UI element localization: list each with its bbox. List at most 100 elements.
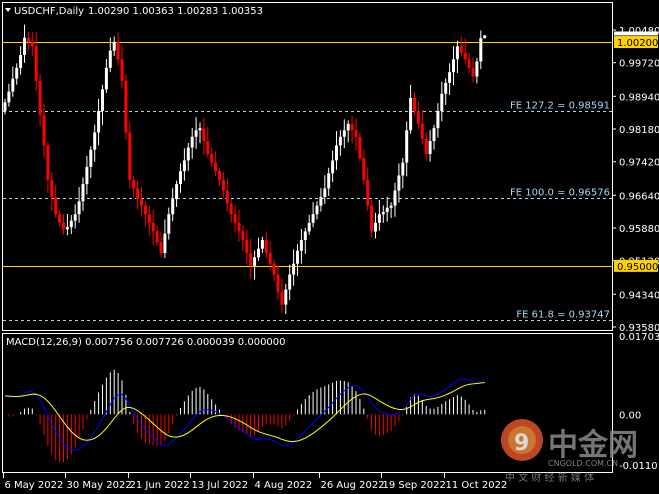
candle bbox=[175, 180, 179, 207]
candle bbox=[401, 158, 405, 189]
candle-body bbox=[483, 35, 487, 39]
candle-body bbox=[374, 222, 377, 232]
candle-body bbox=[233, 214, 237, 223]
candle bbox=[241, 225, 245, 252]
candle-body bbox=[428, 141, 432, 154]
candle-body bbox=[190, 136, 194, 148]
candle-body bbox=[268, 252, 272, 264]
candle bbox=[253, 250, 257, 280]
candle bbox=[85, 155, 89, 195]
candle-body bbox=[23, 37, 26, 55]
candle bbox=[342, 119, 346, 148]
date-tick-label: 30 May 2022 bbox=[67, 480, 132, 491]
date-tick-label: 11 Oct 2022 bbox=[446, 480, 508, 491]
candle bbox=[268, 240, 272, 270]
candle-body bbox=[362, 158, 366, 180]
candle-body bbox=[124, 80, 128, 133]
candle bbox=[276, 265, 280, 300]
candle bbox=[358, 132, 362, 162]
candle-body bbox=[272, 263, 276, 275]
price-tick-label: 0.97420 bbox=[619, 158, 659, 169]
candle-body bbox=[89, 149, 93, 167]
candle-body bbox=[214, 162, 218, 172]
date-tick-label: 26 Aug 2022 bbox=[321, 480, 385, 491]
candle-body bbox=[175, 184, 179, 200]
candle-body bbox=[147, 214, 151, 223]
candle bbox=[315, 201, 319, 220]
candle bbox=[46, 141, 50, 193]
candle-body bbox=[210, 153, 214, 163]
candle-body bbox=[15, 67, 19, 79]
chart-header: USDCHF,Daily 1.00290 1.00363 1.00283 1.0… bbox=[5, 6, 263, 17]
watermark-logo: 9 中金网 CNGOLD.COM.CN 中 文 财 经 新 媒 体 bbox=[501, 419, 638, 484]
candle bbox=[362, 149, 366, 185]
candle-body bbox=[101, 89, 104, 111]
candle-body bbox=[303, 231, 307, 241]
candle-body bbox=[448, 72, 452, 83]
candle-body bbox=[221, 179, 225, 191]
candle-body bbox=[346, 123, 350, 131]
level-price-label: 1.00200 bbox=[617, 38, 658, 49]
candle-body bbox=[432, 128, 436, 142]
price-tick-label: 0.99720 bbox=[619, 59, 659, 70]
candle-body bbox=[335, 145, 338, 161]
candle-body bbox=[194, 130, 198, 137]
candle bbox=[405, 121, 409, 177]
candle-body bbox=[186, 147, 190, 161]
candle-body bbox=[93, 132, 97, 150]
candle bbox=[206, 126, 210, 158]
date-tick-label: 6 May 2022 bbox=[5, 480, 64, 491]
candle-body bbox=[65, 227, 69, 230]
candle bbox=[163, 219, 167, 259]
candle bbox=[393, 182, 397, 217]
candle bbox=[7, 83, 11, 107]
candle-body bbox=[54, 197, 58, 215]
macd-line bbox=[4, 378, 485, 451]
current-price-box bbox=[614, 31, 658, 36]
candle-body bbox=[11, 78, 15, 92]
candle-body bbox=[440, 93, 444, 111]
candle bbox=[350, 116, 354, 144]
chart-canvas[interactable]: FE 127.2 = 0.98591 FE 100.0 = 0.96576 FE 6… bbox=[0, 0, 659, 494]
candle-body bbox=[30, 42, 34, 47]
candle-body bbox=[46, 145, 50, 180]
candle bbox=[171, 188, 175, 222]
candle bbox=[104, 59, 108, 93]
candle bbox=[416, 101, 420, 129]
candle-body bbox=[7, 91, 11, 103]
candle-body bbox=[413, 98, 416, 111]
candle bbox=[331, 150, 335, 182]
candle bbox=[455, 40, 459, 74]
candle bbox=[335, 131, 338, 170]
candle-body bbox=[358, 136, 362, 159]
candle bbox=[272, 259, 276, 282]
candle-body bbox=[455, 46, 459, 60]
candle bbox=[245, 230, 249, 266]
candle-body bbox=[467, 59, 471, 68]
logo-glyph: 9 bbox=[514, 431, 529, 456]
triangle-down-icon[interactable] bbox=[5, 8, 11, 12]
candle bbox=[381, 205, 385, 223]
candle-body bbox=[116, 42, 120, 60]
candle-body bbox=[85, 166, 89, 185]
date-tick-label: 21 Jun 2022 bbox=[130, 480, 190, 491]
candle-body bbox=[452, 59, 455, 73]
candle bbox=[179, 163, 182, 193]
candle-body bbox=[58, 214, 62, 223]
candle bbox=[479, 30, 483, 70]
candle-body bbox=[389, 205, 393, 208]
candle bbox=[280, 278, 284, 314]
candle bbox=[440, 81, 444, 122]
candle-body bbox=[206, 141, 210, 154]
price-tick-label: 0.94340 bbox=[619, 290, 659, 301]
candle bbox=[159, 232, 163, 258]
date-tick-label: 13 Jul 2022 bbox=[192, 480, 249, 491]
candle bbox=[475, 57, 479, 84]
candle bbox=[136, 180, 140, 210]
candle bbox=[397, 163, 401, 203]
candle-body bbox=[292, 263, 296, 275]
candle-body bbox=[409, 98, 413, 131]
candle bbox=[467, 52, 471, 74]
candle-body bbox=[276, 274, 280, 292]
candle bbox=[370, 200, 374, 238]
